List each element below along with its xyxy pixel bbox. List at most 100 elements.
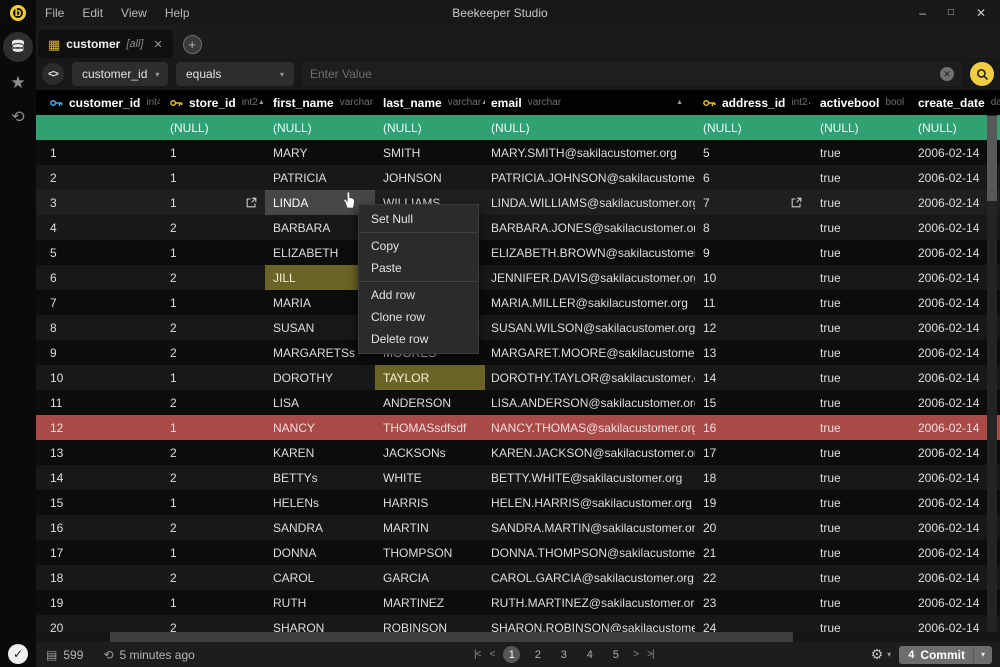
table-cell-email[interactable]: SANDRA.MARTIN@sakilacustomer.org <box>485 515 695 540</box>
table-cell-activebool[interactable]: true <box>810 465 905 490</box>
table-cell-customer_id[interactable]: 14 <box>36 465 160 490</box>
table-cell-email[interactable]: CAROL.GARCIA@sakilacustomer.org <box>485 565 695 590</box>
sort-arrow-icon[interactable]: ▲ <box>676 99 695 106</box>
table-cell-address_id[interactable]: 5 <box>695 140 810 165</box>
table-cell-address_id[interactable]: (NULL) <box>695 115 810 140</box>
table-cell-email[interactable]: BARBARA.JONES@sakilacustomer.org <box>485 215 695 240</box>
table-cell-activebool[interactable]: true <box>810 390 905 415</box>
horizontal-scrollbar[interactable] <box>36 632 1000 642</box>
table-cell-store_id[interactable]: 1 <box>160 140 265 165</box>
tab-close-icon[interactable]: ✕ <box>153 38 162 51</box>
table-cell-first_name[interactable]: DONNA <box>265 540 375 565</box>
table-cell-activebool[interactable]: true <box>810 415 905 440</box>
column-header-create_date[interactable]: create_datedate▲ <box>905 90 1000 115</box>
table-cell-store_id[interactable]: 1 <box>160 365 265 390</box>
table-cell-store_id[interactable]: 1 <box>160 165 265 190</box>
table-cell-address_id[interactable]: 11 <box>695 290 810 315</box>
open-foreign-key-icon[interactable] <box>246 197 257 208</box>
table-cell-address_id[interactable]: 21 <box>695 540 810 565</box>
table-cell-email[interactable]: LISA.ANDERSON@sakilacustomer.org <box>485 390 695 415</box>
sort-arrow-icon[interactable]: ▲ <box>258 99 265 106</box>
pending-insert-row[interactable]: (NULL)(NULL)(NULL)(NULL)(NULL)(NULL)(NUL… <box>36 115 1000 140</box>
table-cell-address_id[interactable]: 16 <box>695 415 810 440</box>
table-cell-address_id[interactable]: 22 <box>695 565 810 590</box>
table-cell-address_id[interactable]: 7 <box>695 190 810 215</box>
table-cell-create_date[interactable]: 2006-02-14 <box>905 340 1000 365</box>
table-cell-address_id[interactable]: 18 <box>695 465 810 490</box>
table-cell-activebool[interactable]: true <box>810 515 905 540</box>
table-cell-create_date[interactable]: 2006-02-14 <box>905 190 1000 215</box>
table-cell-create_date[interactable]: 2006-02-14 <box>905 565 1000 590</box>
table-cell-activebool[interactable]: true <box>810 490 905 515</box>
table-cell-customer_id[interactable]: 19 <box>36 590 160 615</box>
table-cell-activebool[interactable]: true <box>810 240 905 265</box>
table-cell-address_id[interactable]: 9 <box>695 240 810 265</box>
table-cell-store_id[interactable]: 2 <box>160 265 265 290</box>
table-cell-last_name[interactable]: THOMASsdfsdf <box>375 415 485 440</box>
new-tab-button[interactable]: + <box>183 35 202 54</box>
menu-edit[interactable]: Edit <box>82 6 103 20</box>
table-cell-activebool[interactable]: true <box>810 290 905 315</box>
table-cell-first_name[interactable]: DOROTHY <box>265 365 375 390</box>
table-cell-create_date[interactable]: 2006-02-14 <box>905 540 1000 565</box>
table-cell-customer_id[interactable]: 9 <box>36 340 160 365</box>
table-cell-activebool[interactable]: true <box>810 340 905 365</box>
table-cell-address_id[interactable]: 17 <box>695 440 810 465</box>
table-cell-address_id[interactable]: 8 <box>695 215 810 240</box>
table-cell-store_id[interactable]: 1 <box>160 290 265 315</box>
table-cell-last_name[interactable]: (NULL) <box>375 115 485 140</box>
table-cell-activebool[interactable]: true <box>810 590 905 615</box>
table-cell-first_name[interactable]: BETTYs <box>265 465 375 490</box>
table-cell-activebool[interactable]: true <box>810 215 905 240</box>
table-cell-email[interactable]: MARIA.MILLER@sakilacustomer.org <box>485 290 695 315</box>
table-cell-store_id[interactable]: 2 <box>160 340 265 365</box>
close-button[interactable]: ✕ <box>976 6 986 20</box>
sidebar-item-tables[interactable] <box>3 32 33 62</box>
refresh-status[interactable]: ⟲ 5 minutes ago <box>103 648 194 662</box>
table-cell-address_id[interactable]: 23 <box>695 590 810 615</box>
minimize-button[interactable]: – <box>919 6 926 20</box>
table-cell-last_name[interactable]: SMITH <box>375 140 485 165</box>
table-cell-create_date[interactable]: 2006-02-14 <box>905 590 1000 615</box>
table-cell-customer_id[interactable]: 3 <box>36 190 160 215</box>
table-cell-first_name[interactable]: PATRICIA <box>265 165 375 190</box>
table-cell-create_date[interactable]: 2006-02-14 <box>905 390 1000 415</box>
table-cell-email[interactable]: NANCY.THOMAS@sakilacustomer.org <box>485 415 695 440</box>
filter-operator-select[interactable]: equals ▾ <box>176 62 294 86</box>
table-cell-store_id[interactable]: 2 <box>160 565 265 590</box>
sidebar-item-saved-queries[interactable]: ★ <box>0 73 36 93</box>
table-row[interactable]: 31LINDAWILLIAMSLINDA.WILLIAMS@sakilacust… <box>36 190 1000 215</box>
table-cell-last_name[interactable]: ANDERSON <box>375 390 485 415</box>
table-cell-last_name[interactable]: MARTINEZ <box>375 590 485 615</box>
context-menu-item-add-row[interactable]: Add row <box>359 284 478 306</box>
table-row[interactable]: 171DONNATHOMPSONDONNA.THOMPSON@sakilacus… <box>36 540 1000 565</box>
table-cell-activebool[interactable]: true <box>810 140 905 165</box>
table-cell-store_id[interactable]: (NULL) <box>160 115 265 140</box>
table-cell-email[interactable]: JENNIFER.DAVIS@sakilacustomer.org <box>485 265 695 290</box>
chevron-down-icon[interactable]: ▾ <box>887 650 891 659</box>
context-menu-item-delete-row[interactable]: Delete row <box>359 328 478 350</box>
table-cell-customer_id[interactable]: 7 <box>36 290 160 315</box>
table-cell-activebool[interactable]: true <box>810 565 905 590</box>
horizontal-scrollbar-thumb[interactable] <box>110 632 793 642</box>
table-cell-customer_id[interactable]: 5 <box>36 240 160 265</box>
table-cell-first_name[interactable]: LISA <box>265 390 375 415</box>
table-cell-create_date[interactable]: 2006-02-14 <box>905 440 1000 465</box>
table-cell-address_id[interactable]: 15 <box>695 390 810 415</box>
table-cell-customer_id[interactable]: 12 <box>36 415 160 440</box>
first-page-button[interactable]: |< <box>474 649 480 660</box>
table-cell-address_id[interactable]: 12 <box>695 315 810 340</box>
table-cell-first_name[interactable]: RUTH <box>265 590 375 615</box>
table-row[interactable]: 112LISAANDERSONLISA.ANDERSON@sakilacusto… <box>36 390 1000 415</box>
table-cell-store_id[interactable]: 2 <box>160 215 265 240</box>
apply-filter-button[interactable] <box>970 62 994 86</box>
table-cell-first_name[interactable]: (NULL) <box>265 115 375 140</box>
table-cell-email[interactable]: PATRICIA.JOHNSON@sakilacustomer.org <box>485 165 695 190</box>
table-cell-store_id[interactable]: 1 <box>160 190 265 215</box>
column-header-address_id[interactable]: address_idint2▲ <box>695 90 810 115</box>
table-cell-customer_id[interactable]: 18 <box>36 565 160 590</box>
commit-button[interactable]: 4 Commit ▾ <box>899 646 992 664</box>
table-row[interactable]: 182CAROLGARCIACAROL.GARCIA@sakilacustome… <box>36 565 1000 590</box>
table-cell-address_id[interactable]: 20 <box>695 515 810 540</box>
table-row[interactable]: 42BARBARAJONESBARBARA.JONES@sakilacustom… <box>36 215 1000 240</box>
